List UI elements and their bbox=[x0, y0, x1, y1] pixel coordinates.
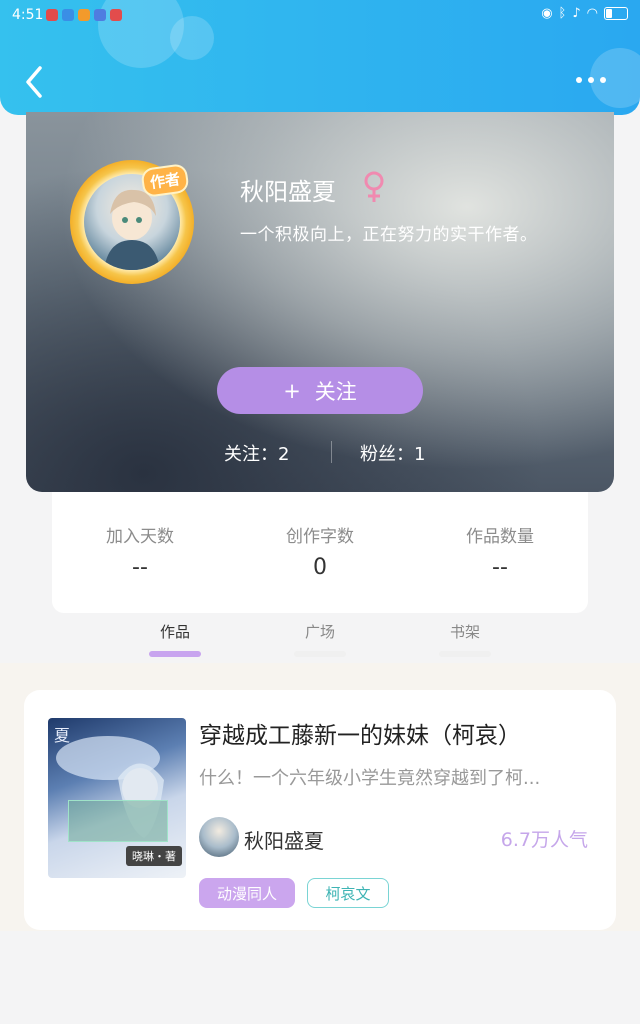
stat-label: 加入天数 bbox=[106, 527, 174, 547]
eye-icon: ◉ bbox=[541, 6, 553, 21]
author-avatar-large[interactable]: 作者 bbox=[70, 160, 194, 284]
profile-name: 秋阳盛夏 bbox=[240, 178, 336, 206]
wifi-icon: ◠ bbox=[586, 6, 598, 21]
book-author-name: 秋阳盛夏 bbox=[244, 829, 324, 853]
status-indicators: ◉ ᛒ ♪ ◠ bbox=[541, 6, 628, 21]
app-notification-icon bbox=[78, 9, 90, 21]
tag-anime-fanfic[interactable]: 动漫同人 bbox=[199, 878, 295, 908]
stat-value: 0 bbox=[313, 555, 327, 580]
top-bar: 4:51 ◉ ᛒ ♪ ◠ bbox=[0, 0, 640, 115]
plus-icon: + bbox=[283, 378, 301, 403]
author-avatar-small bbox=[199, 817, 239, 857]
stat-word-count: 创作字数 0 bbox=[240, 522, 400, 580]
back-button[interactable] bbox=[20, 62, 50, 102]
stat-label: 创作字数 bbox=[286, 527, 354, 547]
female-icon bbox=[364, 171, 384, 202]
tab-bookshelf[interactable]: 书架 bbox=[430, 621, 500, 642]
cover-author-badge: 晓琳・著 bbox=[126, 846, 182, 866]
dot-icon bbox=[576, 77, 582, 83]
cover-title-box bbox=[68, 800, 168, 842]
app-notification-icon bbox=[46, 9, 58, 21]
stats-card: 加入天数 -- 创作字数 0 作品数量 -- bbox=[52, 492, 588, 613]
following-count[interactable]: 关注：2 bbox=[224, 440, 289, 466]
tab-works[interactable]: 作品 bbox=[140, 621, 210, 642]
followers-count[interactable]: 粉丝：1 bbox=[360, 440, 425, 466]
divider bbox=[331, 441, 332, 463]
battery-icon bbox=[604, 7, 628, 20]
tab-indicator bbox=[439, 651, 491, 657]
follow-button[interactable]: + 关注 bbox=[217, 367, 423, 414]
more-options-button[interactable] bbox=[576, 70, 612, 90]
chevron-left-icon bbox=[26, 66, 42, 98]
stat-value: -- bbox=[132, 555, 148, 580]
stat-value: -- bbox=[492, 555, 508, 580]
dot-icon bbox=[588, 77, 594, 83]
book-cover[interactable]: 夏 晓琳・著 bbox=[48, 718, 186, 878]
book-description: 什么！一个六年级小学生竟然穿越到了柯... bbox=[199, 768, 541, 789]
app-notification-icon bbox=[62, 9, 74, 21]
mute-icon: ♪ bbox=[572, 6, 581, 21]
stat-works-count: 作品数量 -- bbox=[420, 522, 580, 580]
status-bar: 4:51 ◉ ᛒ ♪ ◠ bbox=[0, 0, 640, 32]
follow-counts: 关注：2 粉丝：1 bbox=[26, 438, 614, 468]
stat-label: 作品数量 bbox=[466, 527, 534, 547]
notification-icons bbox=[46, 9, 122, 21]
stat-join-days: 加入天数 -- bbox=[60, 522, 220, 580]
book-card[interactable]: 夏 晓琳・著 穿越成工藤新一的妹妹（柯哀） 什么！一个六年级小学生竟然穿越到了柯… bbox=[24, 690, 616, 930]
book-popularity: 6.7万人气 bbox=[500, 829, 588, 851]
tag-kohai[interactable]: 柯哀文 bbox=[307, 878, 389, 908]
tab-indicator-active bbox=[149, 651, 201, 657]
app-notification-icon bbox=[94, 9, 106, 21]
book-title[interactable]: 穿越成工藤新一的妹妹（柯哀） bbox=[199, 716, 521, 750]
profile-tabs: 作品 广场 书架 bbox=[0, 613, 640, 663]
bluetooth-icon: ᛒ bbox=[558, 6, 567, 21]
follow-button-label: 关注 bbox=[314, 379, 357, 404]
tab-square[interactable]: 广场 bbox=[285, 621, 355, 642]
dot-icon bbox=[600, 77, 606, 83]
profile-bio: 一个积极向上，正在努力的实干作者。 bbox=[240, 225, 538, 245]
status-time: 4:51 bbox=[12, 7, 44, 23]
tab-indicator bbox=[294, 651, 346, 657]
app-notification-icon bbox=[110, 9, 122, 21]
profile-header-card: 作者 秋阳盛夏 一个积极向上，正在努力的实干作者。 + 关注 关注：2 粉丝：1 bbox=[26, 112, 614, 492]
